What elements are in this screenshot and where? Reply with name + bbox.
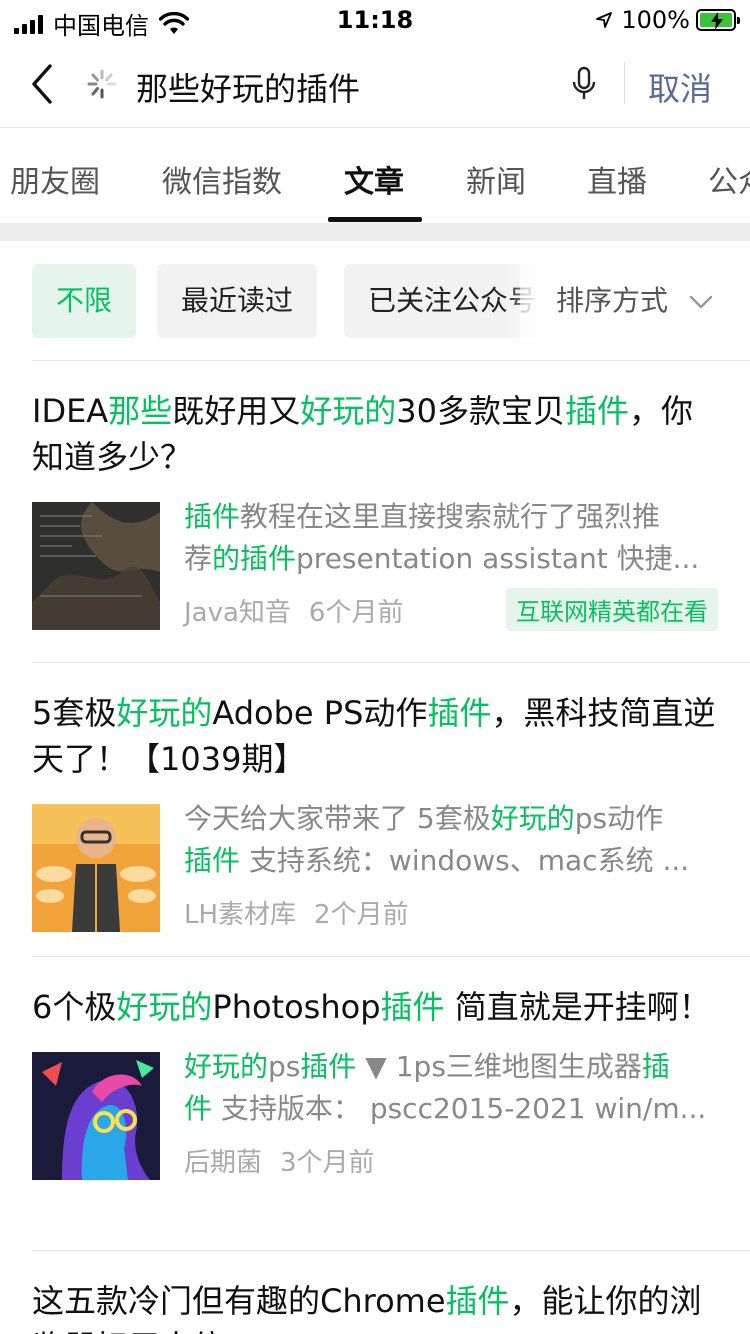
- text-segment: 简直就是开挂啊！: [444, 988, 711, 1026]
- filter-unlimited[interactable]: 不限: [32, 264, 137, 338]
- category-tabs: 朋友圈 微信指数 文章 新闻 直播 公众号: [0, 129, 750, 223]
- highlight-term: 那些: [108, 392, 173, 430]
- chevron-down-icon: [689, 295, 713, 309]
- search-input[interactable]: 那些好玩的插件: [136, 64, 360, 110]
- text-segment: ps: [268, 1050, 301, 1083]
- article-source: 后期菌: [184, 1148, 263, 1178]
- article-source: Java知音: [184, 598, 291, 628]
- article-meta: 后期菌 3个月前: [184, 1142, 375, 1179]
- text-segment: 5套极: [32, 694, 117, 732]
- text-segment: IDEA: [32, 392, 109, 430]
- text-segment: Adobe PS动作: [212, 694, 428, 732]
- loading-spinner-icon: [87, 69, 117, 99]
- divider: [624, 62, 625, 104]
- highlight-term: 的插件: [212, 542, 297, 575]
- highlight-term: 好玩的: [116, 694, 213, 732]
- article-thumbnail: [32, 804, 160, 932]
- highlight-term: 插件: [184, 844, 241, 877]
- highlight-term: 好玩的: [490, 802, 575, 835]
- highlight-term: 好玩的: [300, 392, 397, 430]
- text-segment: presentation assistant 快捷...: [296, 542, 700, 575]
- article-meta: Java知音 6个月前: [184, 592, 403, 629]
- sort-label: 排序方式: [556, 284, 669, 317]
- article-snippet: 插件教程在这里直接搜索就行了强烈推 荐的插件presentation assis…: [184, 496, 718, 580]
- battery-percent: 100%: [621, 6, 690, 34]
- article-snippet: 好玩的ps插件 ▼ 1ps三维地图生成器插 件 支持版本： pscc2015-2…: [184, 1046, 718, 1130]
- text-segment: 支持版本： pscc2015-2021 win/m...: [212, 1092, 707, 1125]
- divider: [32, 1250, 750, 1251]
- microphone-icon[interactable]: [570, 66, 598, 102]
- sort-dropdown[interactable]: 排序方式: [520, 264, 713, 338]
- search-bar: 那些好玩的插件 取消: [0, 40, 750, 128]
- highlight-term: 插件: [445, 1282, 510, 1320]
- highlight-term: 插件: [427, 694, 492, 732]
- text-segment: ps动作: [574, 802, 664, 835]
- article-time: 3个月前: [280, 1148, 375, 1178]
- article-item[interactable]: 5套极好玩的Adobe PS动作插件，黑科技简直逆天了！【1039期】 今天给大…: [32, 690, 750, 957]
- text-segment: 教程在这里直接搜索就行了强烈推: [240, 500, 661, 533]
- tab-articles[interactable]: 文章: [344, 157, 404, 201]
- active-tab-indicator: [328, 217, 422, 222]
- text-segment: 既好用又: [172, 392, 301, 430]
- text-segment: 30多款宝贝: [396, 392, 565, 430]
- article-title: 5套极好玩的Adobe PS动作插件，黑科技简直逆天了！【1039期】: [32, 690, 718, 782]
- highlight-term: 插件: [380, 988, 445, 1026]
- back-arrow-icon[interactable]: [28, 62, 58, 106]
- article-time: 6个月前: [308, 598, 404, 628]
- highlight-term: 件: [184, 1092, 213, 1125]
- article-item[interactable]: IDEA那些既好用又好玩的30多款宝贝插件，你知道多少？ 插件教程在这里直接搜索…: [32, 388, 750, 663]
- article-snippet: 今天给大家带来了 5套极好玩的ps动作 插件 支持系统：windows、mac系…: [184, 798, 718, 882]
- highlight-term: 插件: [564, 392, 629, 430]
- status-bar: 中国电信 11:18 100%: [0, 0, 750, 40]
- text-segment: ▼ 1ps三维地图生成器: [356, 1050, 642, 1083]
- highlight-term: 好玩的: [184, 1050, 269, 1083]
- filter-bar: 不限 最近读过 已关注公众号 排序方式: [32, 264, 750, 338]
- location-arrow-icon: [596, 12, 613, 28]
- text-segment: 6个极: [32, 988, 117, 1026]
- tab-moments[interactable]: 朋友圈: [10, 157, 100, 201]
- filter-recently-read[interactable]: 最近读过: [157, 264, 318, 338]
- text-segment: 荐: [184, 542, 213, 575]
- article-thumbnail: [32, 1052, 160, 1180]
- tab-live[interactable]: 直播: [587, 157, 647, 201]
- tab-official-accounts[interactable]: 公众号: [708, 157, 750, 201]
- tab-wechat-index[interactable]: 微信指数: [162, 157, 282, 201]
- text-segment: 这五款冷门但有趣的Chrome: [32, 1282, 446, 1320]
- article-source: LH素材库: [184, 900, 297, 930]
- article-item[interactable]: 这五款冷门但有趣的Chrome插件，能让你的浏览器好用十倍: [32, 1278, 750, 1334]
- highlight-term: 插件: [184, 500, 241, 533]
- article-title: IDEA那些既好用又好玩的30多款宝贝插件，你知道多少？: [32, 388, 718, 480]
- text-segment: Photoshop: [212, 988, 381, 1026]
- divider: [32, 360, 750, 361]
- highlight-term: 插件: [300, 1050, 357, 1083]
- article-item[interactable]: 6个极好玩的Photoshop插件 简直就是开挂啊！ 好玩的ps插件 ▼ 1ps…: [32, 984, 750, 1251]
- article-time: 2个月前: [314, 900, 409, 930]
- divider: [32, 956, 750, 957]
- highlight-term: 好玩的: [116, 988, 213, 1026]
- text-segment: 支持系统：windows、mac系统 ...: [240, 844, 690, 877]
- section-gap: [0, 223, 750, 241]
- highlight-term: 插: [641, 1050, 670, 1083]
- cancel-button[interactable]: 取消: [648, 64, 712, 110]
- text-segment: 今天给大家带来了 5套极: [184, 802, 491, 835]
- article-meta: LH素材库 2个月前: [184, 894, 409, 931]
- article-title: 6个极好玩的Photoshop插件 简直就是开挂啊！: [32, 984, 718, 1030]
- article-thumbnail: [32, 502, 160, 630]
- tab-news[interactable]: 新闻: [466, 157, 526, 201]
- divider: [32, 662, 750, 663]
- battery-icon: [696, 9, 740, 31]
- status-badge: 互联网精英都在看: [506, 588, 718, 631]
- article-title: 这五款冷门但有趣的Chrome插件，能让你的浏览器好用十倍: [32, 1278, 718, 1334]
